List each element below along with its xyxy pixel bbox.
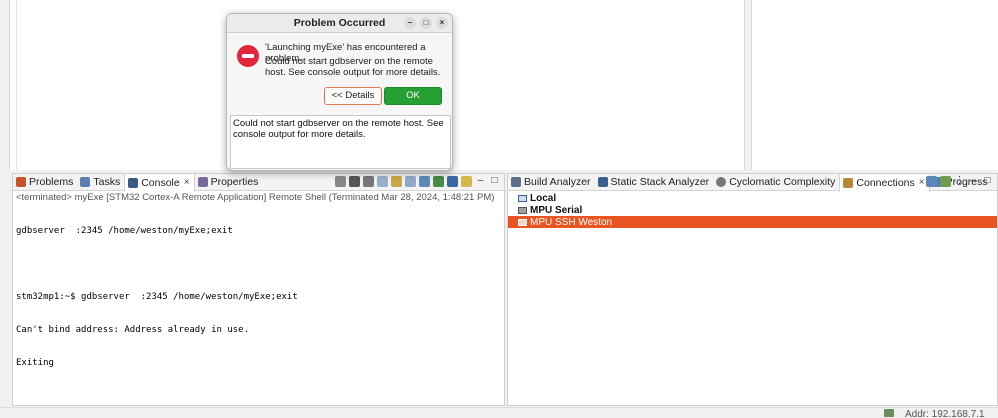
dialog-window-controls: – □ × [404, 17, 448, 29]
connections-icon [843, 177, 854, 188]
editor-ruler [16, 0, 17, 170]
tab-label: Console [141, 176, 180, 189]
minimize-view-icon[interactable]: – [968, 176, 979, 187]
console-line: gdbserver :2345 /home/weston/myExe;exit [16, 226, 233, 236]
dialog-detail-message: Could not start gdbserver on the remote … [265, 56, 441, 78]
new-connection-icon[interactable] [940, 176, 951, 187]
remove-launch-icon[interactable] [349, 176, 360, 187]
open-console-icon[interactable] [461, 176, 472, 187]
console-header: <terminated> myExe [STM32 Cortex-A Remot… [16, 192, 495, 203]
console-output[interactable]: gdbserver :2345 /home/weston/myExe;exit … [13, 204, 504, 391]
display-console-icon[interactable] [447, 176, 458, 187]
tab-label: Static Stack Analyzer [610, 176, 710, 188]
scroll-lock-icon[interactable] [391, 176, 402, 187]
tab-label: Problems [29, 176, 74, 188]
console-line: stm32mp1:~$ gdbserver :2345 /home/weston… [16, 292, 298, 302]
complexity-icon [716, 177, 727, 187]
problems-icon [16, 177, 26, 187]
properties-icon [197, 177, 208, 187]
details-textarea[interactable]: Could not start gdbserver on the remote … [230, 115, 451, 169]
connection-status-icon [884, 409, 894, 417]
tab-static-stack-analyzer[interactable]: Static Stack Analyzer [595, 174, 714, 191]
terminate-icon[interactable] [335, 176, 346, 187]
connection-label: MPU SSH Weston [530, 216, 613, 228]
close-icon[interactable]: × [919, 177, 925, 188]
console-view: Problems Tasks Console × Properties – □ … [12, 173, 505, 406]
outline-area[interactable] [751, 0, 998, 170]
connection-local[interactable]: Local [508, 192, 997, 204]
tab-label: Build Analyzer [524, 176, 591, 188]
console-tabbar: Problems Tasks Console × Properties – □ [13, 173, 504, 192]
maximize-view-icon[interactable]: □ [489, 176, 500, 187]
word-wrap-icon[interactable] [405, 176, 416, 187]
tab-console[interactable]: Console × [124, 173, 195, 192]
tab-label: Cyclomatic Complexity [729, 176, 836, 188]
serial-icon [518, 206, 527, 214]
status-address: Addr: 192.168.7.1 [905, 409, 985, 418]
console-toolbar: – □ [335, 176, 500, 187]
stack-analyzer-icon [597, 177, 608, 187]
connection-label: MPU Serial [530, 204, 583, 216]
connection-label: Local [530, 192, 557, 204]
console-line: Can't bind address: Address already in u… [16, 325, 249, 335]
collapse-all-icon[interactable] [926, 176, 937, 187]
tab-connections[interactable]: Connections × [839, 173, 930, 192]
ide-window: Problems Tasks Console × Properties – □ … [0, 0, 998, 418]
connection-mpu-ssh-weston[interactable]: MPU SSH Weston [508, 216, 997, 228]
tab-cyclomatic-complexity[interactable]: Cyclomatic Complexity [713, 174, 839, 191]
view-menu-icon[interactable]: ⋮ [954, 176, 965, 187]
computer-icon [518, 194, 527, 202]
minimize-view-icon[interactable]: – [475, 176, 486, 187]
tab-tasks[interactable]: Tasks [77, 174, 124, 191]
minimize-icon[interactable]: – [404, 17, 416, 29]
tab-label: Tasks [93, 176, 121, 188]
connections-view: Build Analyzer Static Stack Analyzer Cyc… [507, 173, 998, 406]
connections-toolbar: ⋮ – □ [926, 176, 993, 187]
console-line: Exiting [16, 358, 54, 368]
maximize-view-icon[interactable]: □ [982, 176, 993, 187]
close-icon[interactable]: × [184, 177, 190, 188]
pin-console-icon[interactable] [433, 176, 444, 187]
connections-tabbar: Build Analyzer Static Stack Analyzer Cyc… [508, 173, 997, 192]
build-analyzer-icon [511, 177, 521, 187]
details-button[interactable]: << Details [324, 87, 382, 105]
dialog-title: Problem Occurred [293, 17, 386, 29]
connection-mpu-serial[interactable]: MPU Serial [508, 204, 997, 216]
tab-build-analyzer[interactable]: Build Analyzer [508, 174, 595, 191]
error-icon [237, 45, 259, 67]
close-icon[interactable]: × [436, 17, 448, 29]
tab-label: Properties [210, 176, 259, 188]
tasks-icon [80, 177, 91, 187]
ok-button[interactable]: OK [384, 87, 442, 105]
console-icon [128, 177, 139, 188]
status-bar: Addr: 192.168.7.1 [0, 407, 998, 418]
clear-console-icon[interactable] [377, 176, 388, 187]
remove-all-icon[interactable] [363, 176, 374, 187]
dialog-titlebar[interactable]: Problem Occurred – □ × [227, 14, 452, 33]
connections-list: Local MPU Serial MPU SSH Weston [508, 191, 997, 228]
maximize-icon[interactable]: □ [420, 17, 432, 29]
problem-dialog: Problem Occurred – □ × 'Launching myExe'… [226, 13, 453, 171]
tab-properties[interactable]: Properties [195, 174, 263, 191]
tab-label: Connections [856, 176, 915, 189]
tab-problems[interactable]: Problems [13, 174, 77, 191]
ssh-icon [518, 218, 527, 226]
show-on-output-icon[interactable] [419, 176, 430, 187]
